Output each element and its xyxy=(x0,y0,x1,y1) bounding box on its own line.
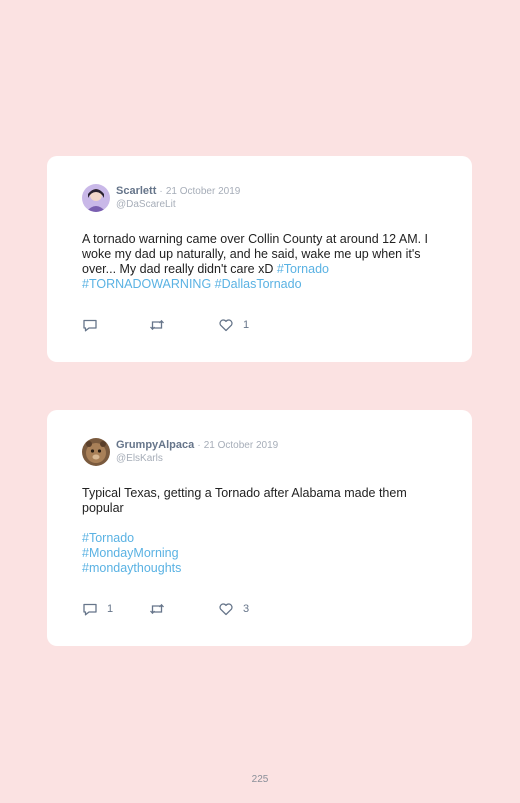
tweet-card: GrumpyAlpaca · 21 October 2019 @ElsKarls… xyxy=(47,410,472,646)
avatar[interactable] xyxy=(82,184,110,212)
hashtag-link[interactable]: #DallasTornado xyxy=(215,277,302,291)
avatar-purple-icon xyxy=(82,184,110,212)
retweet-icon xyxy=(150,603,164,615)
tweet-body: A tornado warning came over Collin Count… xyxy=(82,232,429,276)
retweet-icon xyxy=(150,319,164,331)
reply-button[interactable] xyxy=(82,317,107,333)
tweet-actions: 1 xyxy=(82,317,282,333)
like-count: 1 xyxy=(243,319,250,331)
tweet-date[interactable]: 21 October 2019 xyxy=(166,186,241,197)
hashtag-link[interactable]: #mondaythoughts xyxy=(82,561,442,576)
avatar-alpaca-icon xyxy=(82,438,110,466)
author-line: Scarlett · 21 October 2019 xyxy=(116,185,240,198)
hashtag-link[interactable]: #Tornado xyxy=(82,531,442,546)
tweet-actions: 1 3 xyxy=(82,601,282,617)
author-name[interactable]: Scarlett xyxy=(116,185,156,197)
author-line: GrumpyAlpaca · 21 October 2019 xyxy=(116,439,278,452)
author-handle[interactable]: @DaScareLit xyxy=(116,199,176,211)
avatar[interactable] xyxy=(82,438,110,466)
tweet-text: A tornado warning came over Collin Count… xyxy=(82,232,442,292)
hashtag-link[interactable]: #MondayMorning xyxy=(82,546,442,561)
reply-count: 1 xyxy=(107,603,114,615)
tweet-card: Scarlett · 21 October 2019 @DaScareLit A… xyxy=(47,156,472,362)
like-button[interactable]: 3 xyxy=(218,601,249,617)
like-count: 3 xyxy=(243,603,250,615)
reply-button[interactable]: 1 xyxy=(82,601,113,617)
separator-dot: · xyxy=(197,440,201,451)
tweet-date[interactable]: 21 October 2019 xyxy=(204,440,279,451)
retweet-button[interactable] xyxy=(149,601,174,617)
reply-icon xyxy=(83,603,97,616)
hashtag-link[interactable]: #TORNADOWARNING xyxy=(82,277,211,291)
separator-dot: · xyxy=(159,186,163,197)
tweet-text: Typical Texas, getting a Tornado after A… xyxy=(82,486,442,576)
author-handle[interactable]: @ElsKarls xyxy=(116,453,163,465)
author-name[interactable]: GrumpyAlpaca xyxy=(116,439,194,451)
page-number: 225 xyxy=(251,774,269,785)
heart-icon xyxy=(219,319,233,332)
tweet-body: Typical Texas, getting a Tornado after A… xyxy=(82,486,407,515)
reply-icon xyxy=(83,319,97,332)
like-button[interactable]: 1 xyxy=(218,317,249,333)
hashtag-link[interactable]: #Tornado xyxy=(277,262,329,276)
heart-icon xyxy=(219,603,233,616)
retweet-button[interactable] xyxy=(149,317,174,333)
